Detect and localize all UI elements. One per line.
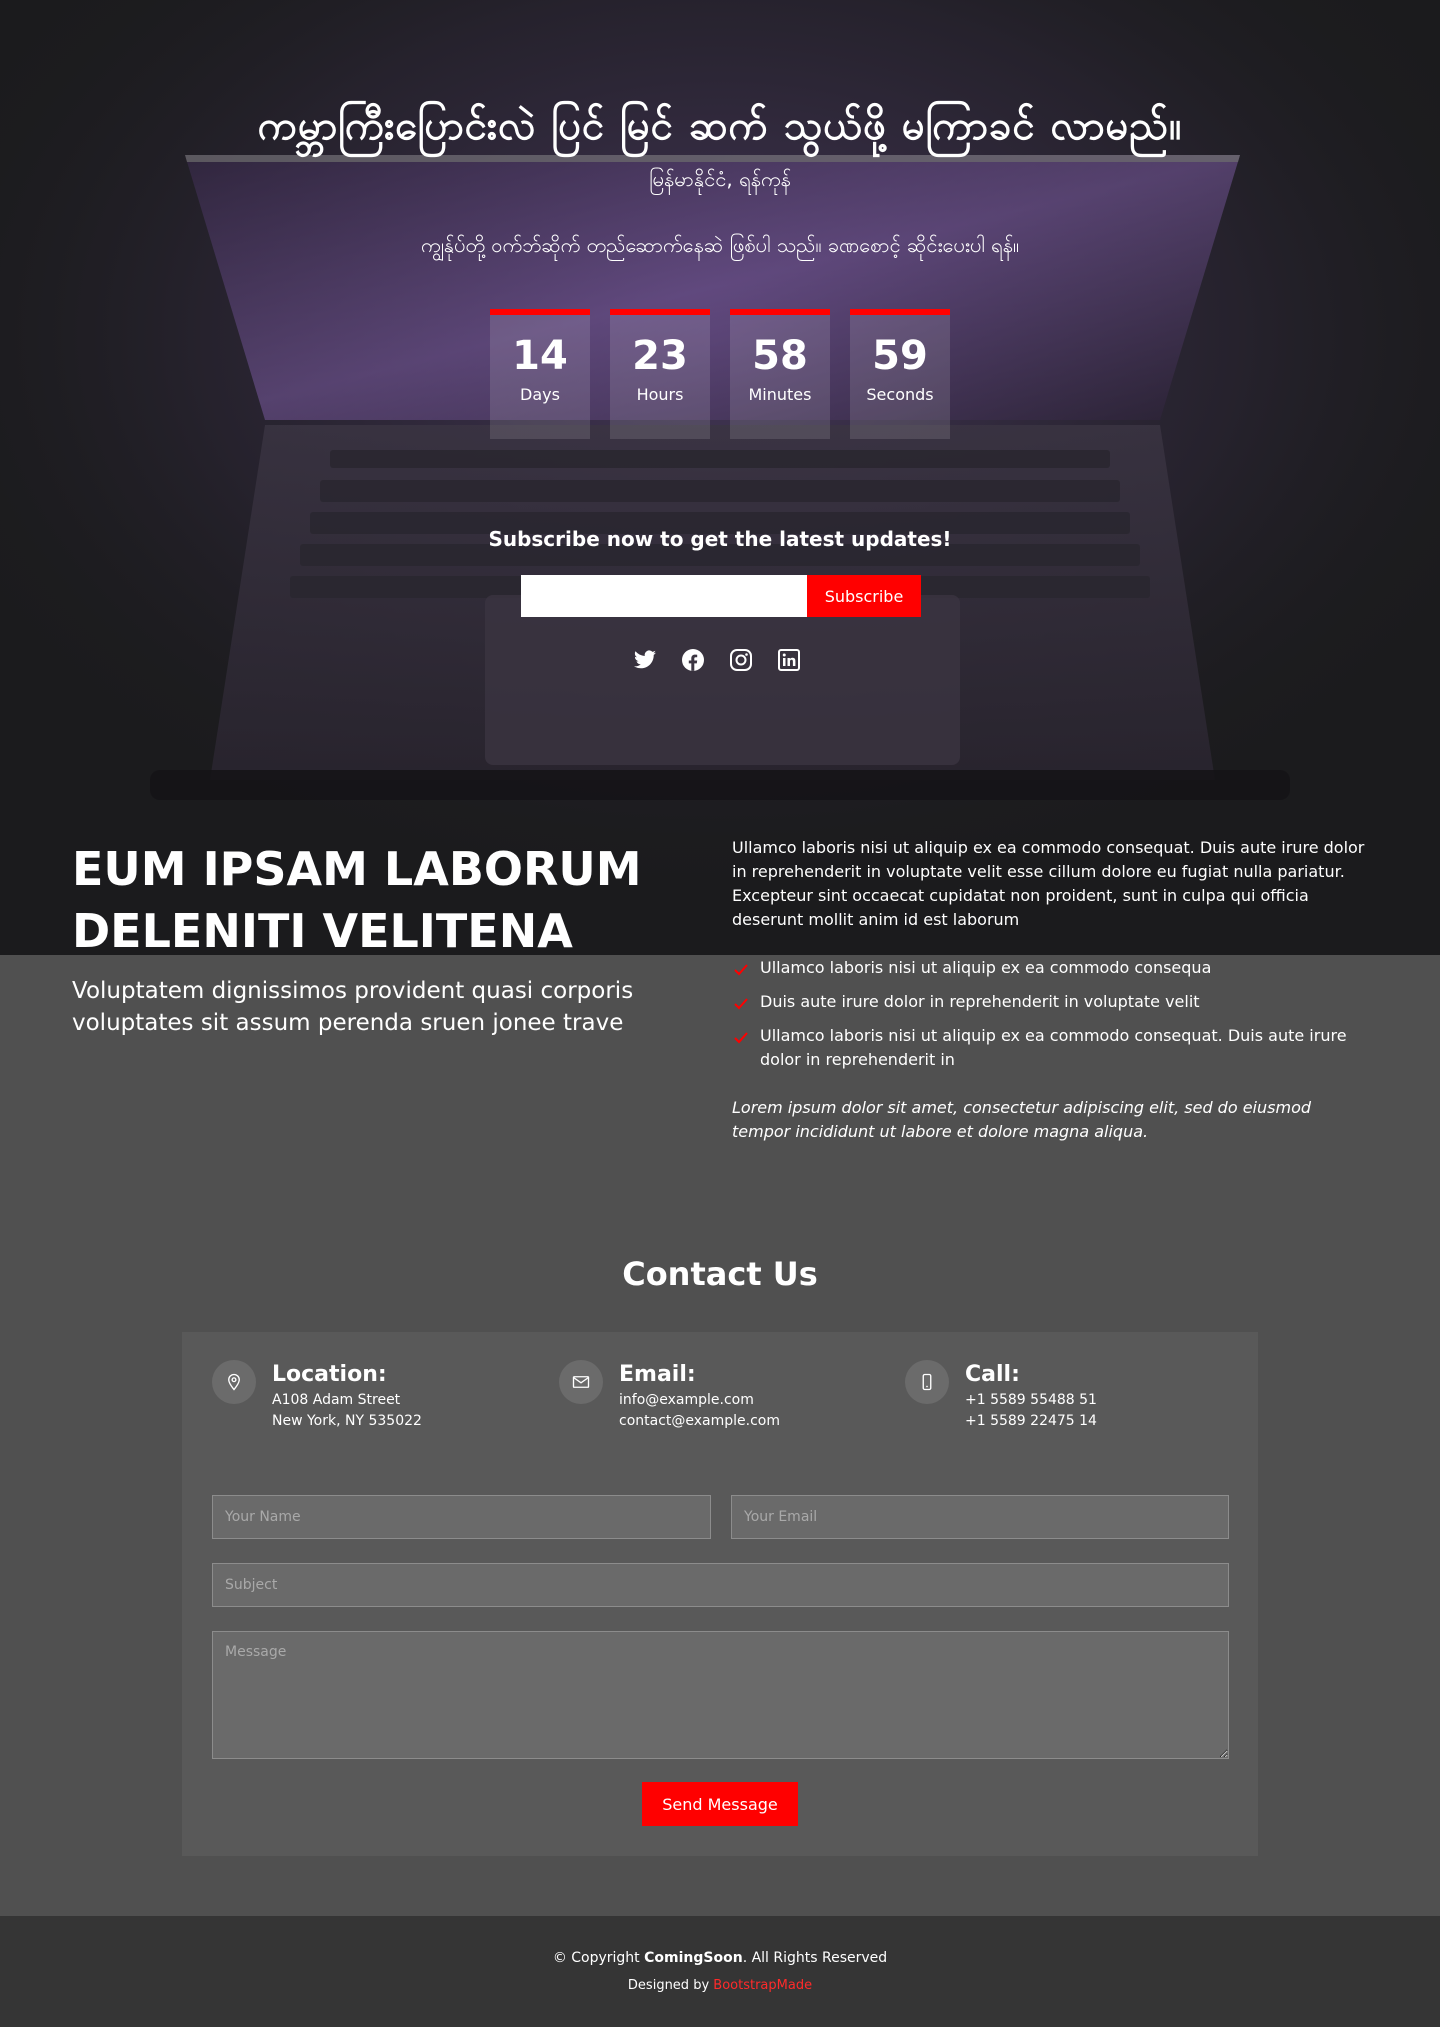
check-icon [734,964,748,976]
list-item: Duis aute irure dolor in reprehenderit i… [732,990,1370,1014]
footer: © Copyright ComingSoon. All Rights Reser… [0,1916,1440,2027]
hero-subtitle: မြန်မာနိုင်ငံ, ရန်ကုန် [649,167,791,191]
about-italic-note: Lorem ipsum dolor sit amet, consectetur … [732,1098,1312,1141]
countdown-label: Minutes [748,385,812,404]
contact-call: Call: +1 5589 55488 51 +1 5589 22475 14 [905,1360,1097,1432]
call-line-1[interactable]: +1 5589 55488 51 [965,1390,1097,1411]
subscribe-button[interactable]: Subscribe [807,575,921,617]
countdown-timer: 14 Days 23 Hours 58 Minutes 59 Seconds [490,309,950,439]
copyright: © Copyright ComingSoon. All Rights Reser… [0,1946,1440,1970]
countdown-hours: 23 Hours [610,309,710,439]
list-item-text: Ullamco laboris nisi ut aliquip ex ea co… [760,958,1212,977]
list-item-text: Ullamco laboris nisi ut aliquip ex ea co… [760,1026,1347,1069]
email-line-2[interactable]: contact@example.com [619,1411,780,1432]
designed-by: Designed by BootstrapMade [0,1974,1440,1998]
location-line-2: New York, NY 535022 [272,1413,422,1429]
subscribe-form: Subscribe [521,575,921,617]
check-icon [734,1032,748,1044]
contact-panel: Location: A108 Adam Street New York, NY … [182,1332,1258,1856]
brand-name: ComingSoon [644,1950,743,1966]
about-paragraph: Ullamco laboris nisi ut aliquip ex ea co… [732,838,1365,929]
subscribe-heading: Subscribe now to get the latest updates! [488,527,952,551]
call-heading: Call: [965,1362,1020,1387]
email-heading: Email: [619,1362,696,1387]
countdown-value: 14 [512,333,568,379]
countdown-label: Hours [636,385,684,404]
subscribe-email-input[interactable] [521,575,807,617]
countdown-value: 23 [632,333,688,379]
contact-title: Contact Us [622,1255,818,1293]
instagram-icon[interactable] [729,646,753,674]
list-item-text: Duis aute irure dolor in reprehenderit i… [760,992,1200,1011]
email-input[interactable] [731,1495,1229,1539]
subject-input[interactable] [212,1563,1229,1607]
call-line-2[interactable]: +1 5589 22475 14 [965,1411,1097,1432]
countdown-label: Days [520,385,560,404]
twitter-icon[interactable] [633,646,657,674]
message-textarea[interactable] [212,1631,1229,1759]
countdown-value: 58 [752,333,808,379]
countdown-minutes: 58 Minutes [730,309,830,439]
contact-location: Location: A108 Adam Street New York, NY … [212,1360,422,1432]
list-item: Ullamco laboris nisi ut aliquip ex ea co… [732,1024,1370,1072]
copyright-prefix: © Copyright [552,1950,645,1966]
map-pin-icon [212,1360,256,1404]
location-heading: Location: [272,1362,387,1387]
designed-by-label: Designed by [627,1978,714,1993]
about-content: Ullamco laboris nisi ut aliquip ex ea co… [732,836,1370,1168]
envelope-icon [559,1360,603,1404]
countdown-seconds: 59 Seconds [850,309,950,439]
list-item: Ullamco laboris nisi ut aliquip ex ea co… [732,956,1370,980]
location-line-1: A108 Adam Street [272,1392,401,1408]
contact-email: Email: info@example.com contact@example.… [559,1360,780,1432]
hero-title: ကမ္ဘာကြီးပြောင်းလဲ ပြင် မြင် ဆက် သွယ်ဖို… [257,103,1183,149]
designer-link[interactable]: BootstrapMade [713,1978,812,1993]
about-checklist: Ullamco laboris nisi ut aliquip ex ea co… [732,956,1370,1072]
social-links [633,646,801,674]
send-message-button[interactable]: Send Message [642,1782,798,1826]
about-title: EUM IPSAM LABORUM DELENITI VELITENA [72,842,642,958]
linkedin-icon[interactable] [777,646,801,674]
check-icon [734,998,748,1010]
hero-section: ကမ္ဘာကြီးပြောင်းလဲ ပြင် မြင် ဆက် သွယ်ဖို… [0,0,1440,955]
hero-description: ကျွန်ုပ်တို့ ဝက်ဘ်ဆိုက် တည်ဆောက်နေဆဲ ဖြစ… [420,233,1020,257]
facebook-icon[interactable] [681,646,705,674]
countdown-days: 14 Days [490,309,590,439]
phone-icon [905,1360,949,1404]
about-lead: Voluptatem dignissimos provident quasi c… [72,978,634,1036]
countdown-value: 59 [872,333,928,379]
name-input[interactable] [212,1495,711,1539]
email-line-1[interactable]: info@example.com [619,1390,780,1411]
copyright-suffix: . All Rights Reserved [742,1950,888,1966]
countdown-label: Seconds [866,385,934,404]
